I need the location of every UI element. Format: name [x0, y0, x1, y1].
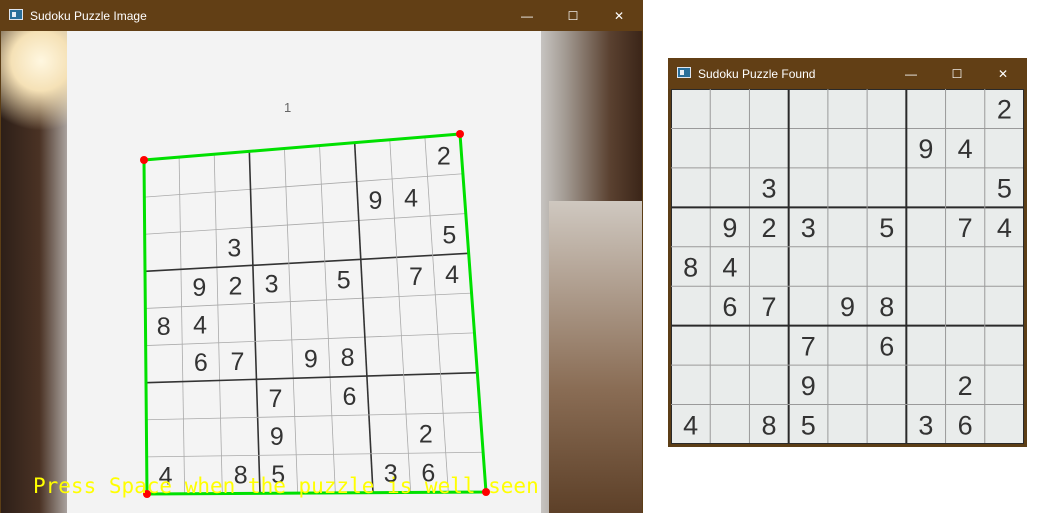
- sudoku-digit: 6: [342, 383, 356, 411]
- close-button[interactable]: ✕: [980, 58, 1026, 89]
- sudoku-digit: 2: [997, 95, 1012, 125]
- minimize-button[interactable]: —: [888, 58, 934, 89]
- sudoku-digit: 8: [762, 410, 777, 440]
- sudoku-digit: 9: [840, 292, 855, 322]
- corner-marker: [140, 156, 148, 164]
- sudoku-digit: 7: [762, 292, 777, 322]
- sudoku-digit: 8: [683, 253, 698, 283]
- sudoku-digit: 7: [409, 263, 423, 291]
- sudoku-digit: 4: [958, 134, 973, 164]
- sudoku-digit: 4: [997, 213, 1012, 243]
- sudoku-digit: 4: [193, 312, 207, 340]
- camera-sudoku-grid: 29 43 59 2 3 5 7 48 46 7 9 87 69 24 8 5 3 6: [143, 133, 487, 495]
- found-puzzle-view: 29435923574846798769248536: [671, 89, 1024, 444]
- maximize-button[interactable]: ☐: [934, 58, 980, 89]
- sudoku-found-window: Sudoku Puzzle Found — ☐ ✕ 29435923574846…: [668, 58, 1027, 447]
- minimize-button[interactable]: —: [504, 0, 550, 31]
- sudoku-digit: 9: [270, 423, 284, 451]
- app-icon: [677, 67, 691, 78]
- sudoku-digit: 7: [958, 213, 973, 243]
- sudoku-digit: 9: [918, 134, 933, 164]
- sudoku-digit: 4: [683, 410, 698, 440]
- sudoku-digit: 7: [801, 331, 816, 361]
- maximize-button[interactable]: ☐: [550, 0, 596, 31]
- window-title: Sudoku Puzzle Found: [698, 67, 816, 81]
- sudoku-digit: 4: [404, 184, 418, 212]
- sudoku-digit: 9: [369, 187, 383, 215]
- title-bar[interactable]: Sudoku Puzzle Found — ☐ ✕: [668, 58, 1027, 89]
- sudoku-digit: 5: [801, 410, 816, 440]
- sudoku-digit: 9: [801, 371, 816, 401]
- sudoku-digit: 2: [228, 272, 242, 300]
- sudoku-image-window: Sudoku Puzzle Image — ☐ ✕ 1 294359235748…: [0, 0, 643, 513]
- sudoku-digit: 4: [722, 253, 737, 283]
- close-button[interactable]: ✕: [596, 0, 642, 31]
- sudoku-digit: 8: [157, 313, 171, 341]
- sudoku-digit: 2: [762, 213, 777, 243]
- sudoku-digit: 4: [445, 261, 459, 289]
- window-title: Sudoku Puzzle Image: [30, 9, 147, 23]
- sudoku-digit: 9: [722, 213, 737, 243]
- sudoku-digit: 9: [192, 274, 206, 302]
- sudoku-digit: 2: [437, 142, 451, 170]
- sudoku-digit: 5: [442, 222, 456, 250]
- page-number: 1: [284, 100, 291, 115]
- sudoku-digit: 3: [801, 213, 816, 243]
- sudoku-digit: 7: [231, 348, 245, 376]
- instruction-text: Press Space when the puzzle is well seen: [33, 474, 539, 498]
- sudoku-digit: 7: [269, 385, 283, 413]
- sudoku-digit: 3: [918, 410, 933, 440]
- sudoku-digit: 6: [194, 349, 208, 377]
- puzzle-overlay: 1 29 43 59 2 3 5 7 48 46 7 9 87 69 24 8 5 3 6 Press Space…: [33, 100, 539, 498]
- sudoku-digit: 6: [879, 331, 894, 361]
- sudoku-digit: 8: [879, 292, 894, 322]
- title-bar[interactable]: Sudoku Puzzle Image — ☐ ✕: [0, 0, 643, 31]
- sudoku-digit: 3: [762, 174, 777, 204]
- sudoku-digit: 8: [341, 344, 355, 372]
- sudoku-digit: 2: [419, 420, 433, 448]
- sudoku-digit: 6: [958, 410, 973, 440]
- app-icon: [9, 9, 23, 20]
- corner-marker: [456, 130, 464, 138]
- sudoku-digit: 2: [958, 371, 973, 401]
- sudoku-digit: 5: [997, 174, 1012, 204]
- sudoku-digit: 5: [879, 213, 894, 243]
- sudoku-digit: 3: [265, 270, 279, 298]
- sudoku-digit: 5: [337, 267, 351, 295]
- sudoku-digit: 6: [722, 292, 737, 322]
- sudoku-digit: 3: [227, 234, 241, 262]
- sudoku-digit: 9: [304, 345, 318, 373]
- camera-view: 1 29435923574846798769248536 Press Space…: [1, 31, 642, 513]
- found-sudoku-grid: 29 43 59 2 3 5 7 48 46 7 9 87 69 24 8 5 3 6: [671, 89, 1024, 444]
